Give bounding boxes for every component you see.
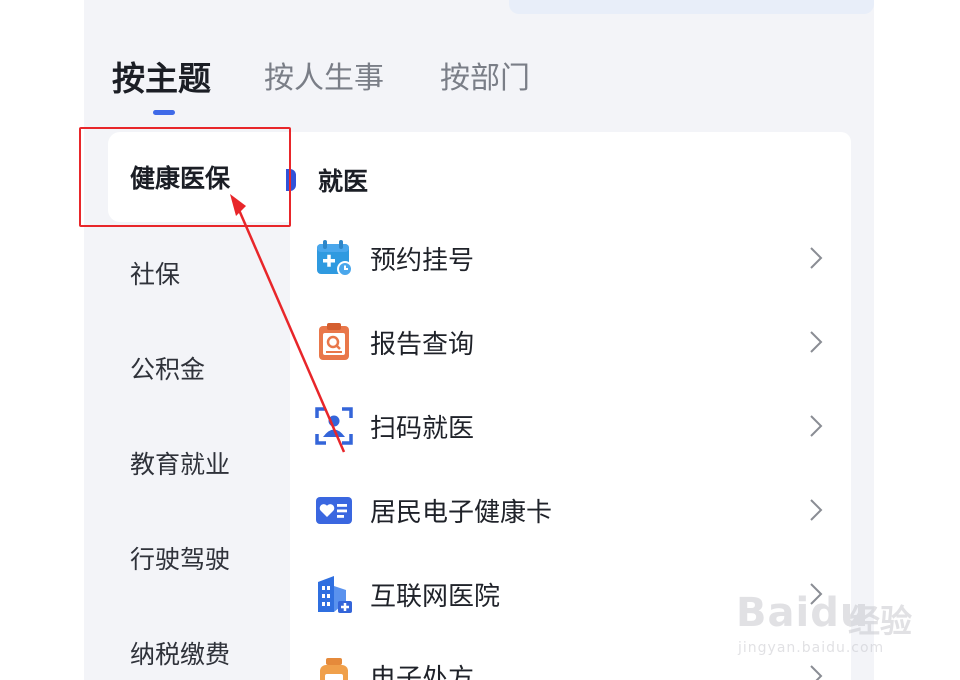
baidu-jingyan-watermark: Baidu 经验 jingyan.baidu.com bbox=[736, 574, 946, 664]
watermark-url: jingyan.baidu.com bbox=[738, 640, 885, 656]
watermark-text: 经验 bbox=[848, 602, 913, 640]
